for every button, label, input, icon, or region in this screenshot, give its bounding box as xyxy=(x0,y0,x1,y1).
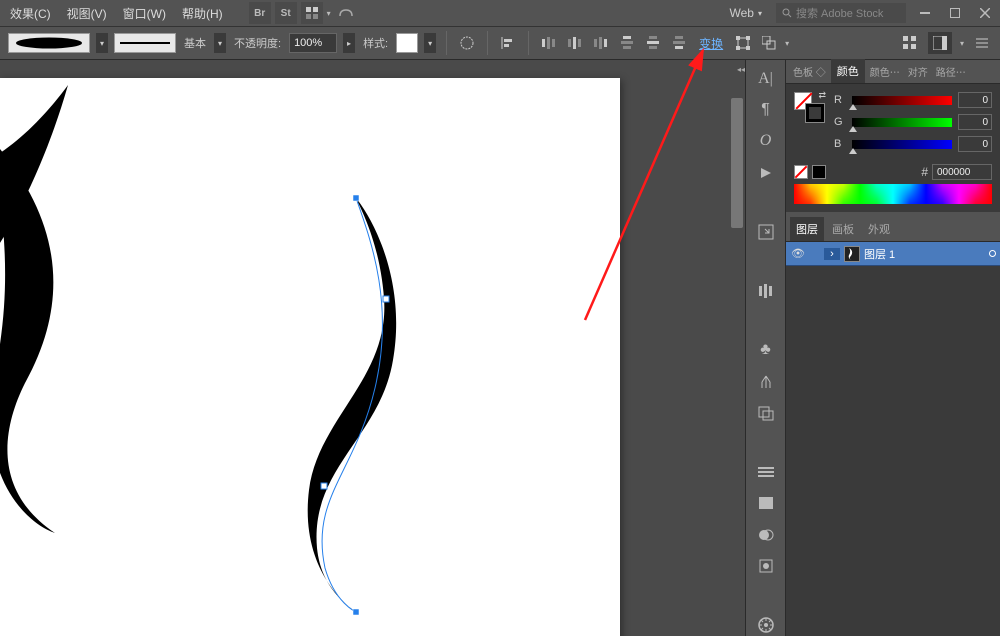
tab-color[interactable]: 颜色 xyxy=(831,59,865,83)
export-panel-icon[interactable] xyxy=(754,221,778,242)
opentype-panel-icon[interactable]: O xyxy=(754,131,778,152)
fill-dropdown[interactable]: ▾ xyxy=(96,33,108,53)
isolate-icon[interactable] xyxy=(733,33,753,53)
tab-swatches[interactable]: 色板 ◇ xyxy=(790,60,829,83)
document-preset-label: Web xyxy=(730,6,754,20)
search-stock-input[interactable]: 搜索 Adobe Stock xyxy=(776,3,906,23)
color-spectrum[interactable] xyxy=(794,184,992,204)
artboards-panel-icon[interactable] xyxy=(754,402,778,423)
valign-bottom-icon[interactable] xyxy=(669,33,689,53)
style-dropdown[interactable]: ▾ xyxy=(424,33,436,53)
valign-middle-icon[interactable] xyxy=(643,33,663,53)
tool-rail: A| ¶ O ♣ xyxy=(745,60,785,636)
graphic-style-swatch[interactable] xyxy=(396,33,418,53)
maximize-button[interactable] xyxy=(944,4,966,22)
layer-thumbnail xyxy=(844,246,860,262)
b-value[interactable]: 0 xyxy=(958,136,992,152)
brushes-panel-icon[interactable] xyxy=(754,371,778,392)
search-icon xyxy=(782,8,792,18)
halign-left-icon[interactable] xyxy=(539,33,559,53)
layers-list: 👁 › 图层 1 xyxy=(786,242,1000,636)
paragraph-panel-icon[interactable]: ¶ xyxy=(754,99,778,120)
canvas-area[interactable]: ◂◂ xyxy=(0,60,745,636)
style-label: 样式: xyxy=(361,35,390,51)
fill-swatch[interactable] xyxy=(8,33,90,53)
menu-effect[interactable]: 效果(C) xyxy=(4,3,57,24)
group-icon[interactable] xyxy=(759,33,779,53)
stroke-swatch[interactable] xyxy=(114,33,176,53)
expand-layer-icon[interactable]: › xyxy=(824,248,840,260)
stroke-panel-icon[interactable] xyxy=(754,461,778,482)
document-preset-dropdown[interactable]: Web ▾ xyxy=(724,4,768,22)
target-indicator[interactable] xyxy=(989,250,996,257)
opacity-input[interactable]: 100% xyxy=(289,33,337,53)
color-panel-tabs: 色板 ◇ 颜色 颜色⋯ 对齐 路径⋯ xyxy=(786,60,1000,84)
r-label: R xyxy=(834,94,846,106)
hex-input[interactable]: 000000 xyxy=(932,164,992,180)
appearance-panel-icon[interactable] xyxy=(754,556,778,577)
opacity-dropdown[interactable]: ▸ xyxy=(343,33,355,53)
close-button[interactable] xyxy=(974,4,996,22)
menu-help[interactable]: 帮助(H) xyxy=(176,3,229,24)
r-value[interactable]: 0 xyxy=(958,92,992,108)
transparency-panel-icon[interactable] xyxy=(754,524,778,545)
g-label: G xyxy=(834,116,846,128)
tab-grad[interactable]: 颜色⋯ xyxy=(867,60,903,83)
g-value[interactable]: 0 xyxy=(958,114,992,130)
transform-link[interactable]: 变换 xyxy=(695,35,727,52)
tab-pathfinder[interactable]: 路径⋯ xyxy=(933,60,969,83)
stock-icon[interactable]: St xyxy=(275,2,297,24)
opacity-label: 不透明度: xyxy=(232,35,283,51)
r-slider[interactable] xyxy=(852,94,952,106)
g-slider[interactable] xyxy=(852,116,952,128)
layer-row[interactable]: 👁 › 图层 1 xyxy=(786,242,1000,266)
minimize-button[interactable] xyxy=(914,4,936,22)
menubar: 效果(C) 视图(V) 窗口(W) 帮助(H) Br St ▾ Web ▾ 搜索… xyxy=(0,0,1000,26)
recolor-icon[interactable] xyxy=(457,33,477,53)
symbols-panel-icon[interactable]: ♣ xyxy=(754,340,778,361)
menu-view[interactable]: 视图(V) xyxy=(61,3,113,24)
css-panel-icon[interactable] xyxy=(754,615,778,636)
tab-artboards[interactable]: 画板 xyxy=(826,217,860,241)
character-panel-icon[interactable]: A| xyxy=(754,68,778,89)
gradient-panel-icon[interactable] xyxy=(754,493,778,514)
bridge-icon[interactable]: Br xyxy=(249,2,271,24)
b-label: B xyxy=(834,138,846,150)
layers-panel: 图层 画板 外观 👁 › 图层 1 xyxy=(786,218,1000,636)
collapse-panels-handle[interactable]: ◂◂ xyxy=(737,63,745,75)
halign-center-icon[interactable] xyxy=(565,33,585,53)
layer-name[interactable]: 图层 1 xyxy=(864,246,895,262)
black-color-swatch[interactable] xyxy=(812,165,826,179)
actions-panel-icon[interactable] xyxy=(754,162,778,183)
none-color-swatch[interactable] xyxy=(794,165,808,179)
b-slider[interactable] xyxy=(852,138,952,150)
stroke-dropdown[interactable]: ▾ xyxy=(214,33,226,53)
halign-right-icon[interactable] xyxy=(591,33,611,53)
panel-menu-icon[interactable] xyxy=(972,33,992,53)
align-left-icon[interactable] xyxy=(498,33,518,53)
stroke-style-label: 基本 xyxy=(182,35,208,51)
optionsbar: ▾ 基本 ▾ 不透明度: 100% ▸ 样式: ▾ 变换 ▾ ▾ xyxy=(0,26,1000,60)
panels-column: 色板 ◇ 颜色 颜色⋯ 对齐 路径⋯ ⇄ R 0 xyxy=(785,60,1000,636)
swap-fill-stroke-icon[interactable]: ⇄ xyxy=(818,90,826,101)
artboard[interactable] xyxy=(0,78,620,636)
align-panel-icon[interactable] xyxy=(754,280,778,301)
fill-stroke-widget[interactable]: ⇄ xyxy=(794,92,824,122)
tab-appearance[interactable]: 外观 xyxy=(862,217,896,241)
essentials-panel-icon[interactable] xyxy=(928,32,952,54)
vertical-scrollbar[interactable] xyxy=(729,78,745,636)
grid-view-icon[interactable] xyxy=(900,33,920,53)
gpu-icon[interactable] xyxy=(335,2,357,24)
menu-window[interactable]: 窗口(W) xyxy=(117,3,172,24)
tab-layers[interactable]: 图层 xyxy=(790,217,824,241)
hex-prefix: # xyxy=(921,165,928,179)
arrange-documents-icon[interactable] xyxy=(301,2,323,24)
search-placeholder: 搜索 Adobe Stock xyxy=(796,5,883,21)
tab-align[interactable]: 对齐 xyxy=(905,60,931,83)
visibility-toggle-icon[interactable]: 👁 xyxy=(790,247,806,260)
color-panel: ⇄ R 0 G 0 B 0 xyxy=(786,84,1000,212)
valign-top-icon[interactable] xyxy=(617,33,637,53)
